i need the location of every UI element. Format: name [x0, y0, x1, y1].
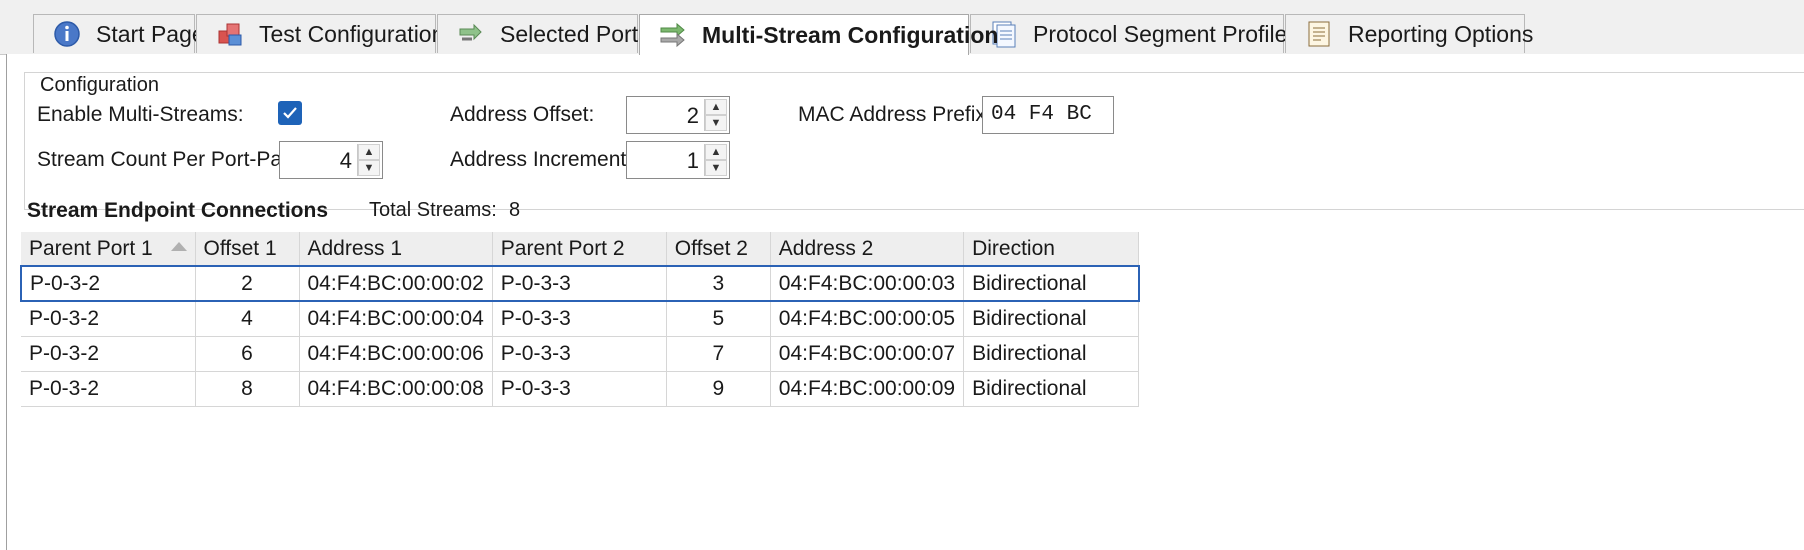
tab-label: Reporting Options [1348, 20, 1534, 47]
column-header-label: Parent Port 1 [29, 236, 153, 260]
cell-address-1[interactable]: 04:F4:BC:00:00:04 [299, 301, 493, 337]
stream-count-stepper[interactable]: 4 ▲ ▼ [279, 141, 383, 179]
sort-ascending-icon [170, 242, 187, 251]
address-offset-label: Address Offset: [450, 103, 595, 126]
cell-address-1[interactable]: 04:F4:BC:00:00:06 [299, 336, 493, 372]
address-offset-value: 2 [686, 103, 699, 128]
cell-offset-1[interactable]: 6 [195, 336, 300, 372]
cell-parent-port-2[interactable]: P-0-3-3 [492, 301, 667, 337]
mac-prefix-input[interactable]: 04 F4 BC [982, 96, 1114, 134]
total-streams-value: 8 [509, 199, 521, 221]
mac-prefix-label: MAC Address Prefix: [798, 103, 992, 126]
cell-address-1[interactable]: 04:F4:BC:00:00:02 [299, 265, 493, 302]
cell-address-1[interactable]: 04:F4:BC:00:00:08 [299, 371, 493, 407]
tab-strip: Start Page Test Configuration Selected P… [0, 0, 1804, 55]
cell-direction[interactable]: Bidirectional [963, 265, 1140, 302]
tab-test-configuration[interactable]: Test Configuration [196, 14, 444, 53]
tab-label: Protocol Segment Profiles [1033, 20, 1299, 47]
cell-address-2[interactable]: 04:F4:BC:00:00:03 [770, 265, 965, 302]
cell-offset-2[interactable]: 9 [666, 371, 771, 407]
column-header-offset-1[interactable]: Offset 1 [195, 232, 300, 267]
decrement-button[interactable]: ▼ [358, 160, 380, 176]
cell-parent-port-1[interactable]: P-0-3-2 [21, 301, 196, 337]
configuration-legend: Configuration [36, 74, 165, 97]
tab-protocol-segment-profiles[interactable]: Protocol Segment Profiles [970, 14, 1299, 53]
grid-header-row: Parent Port 1 Offset 1 Address 1 Parent … [21, 232, 1140, 267]
tab-label: Test Configuration [259, 20, 445, 47]
report-icon [1304, 19, 1334, 49]
cell-address-2[interactable]: 04:F4:BC:00:00:09 [770, 371, 965, 407]
cubes-icon [215, 19, 245, 49]
cell-direction[interactable]: Bidirectional [963, 301, 1140, 337]
multi-stream-icon [658, 20, 688, 50]
cell-parent-port-2[interactable]: P-0-3-3 [492, 371, 667, 407]
total-streams-label: Total Streams: [369, 199, 497, 221]
stream-count-label: Stream Count Per Port-Pair: [37, 148, 300, 171]
increment-button[interactable]: ▲ [358, 144, 380, 160]
tab-label: Start Page [96, 20, 205, 47]
cell-direction[interactable]: Bidirectional [963, 336, 1140, 372]
stream-count-value: 4 [339, 148, 352, 173]
address-increment-label: Address Increment: [450, 148, 633, 171]
cell-parent-port-1[interactable]: P-0-3-2 [21, 371, 196, 407]
decrement-button[interactable]: ▼ [705, 115, 727, 131]
tab-multi-stream-configuration[interactable]: Multi-Stream Configuration [639, 14, 998, 55]
stream-endpoint-connections-title: Stream Endpoint Connections [27, 199, 329, 222]
tab-start-page[interactable]: Start Page [33, 14, 205, 53]
column-header-address-2[interactable]: Address 2 [770, 232, 965, 267]
cell-parent-port-1[interactable]: P-0-3-2 [21, 336, 196, 372]
ports-arrows-icon [456, 19, 486, 49]
cell-address-2[interactable]: 04:F4:BC:00:00:07 [770, 336, 965, 372]
column-header-parent-port-2[interactable]: Parent Port 2 [492, 232, 667, 267]
column-header-direction[interactable]: Direction [963, 232, 1140, 267]
address-increment-value: 1 [686, 148, 699, 173]
checkmark-icon [283, 107, 297, 119]
cell-address-2[interactable]: 04:F4:BC:00:00:05 [770, 301, 965, 337]
decrement-button[interactable]: ▼ [705, 160, 727, 176]
cell-offset-1[interactable]: 8 [195, 371, 300, 407]
tab-reporting-options[interactable]: Reporting Options [1285, 14, 1533, 53]
enable-multi-streams-label: Enable Multi-Streams: [37, 103, 244, 126]
increment-button[interactable]: ▲ [705, 144, 727, 160]
cell-direction[interactable]: Bidirectional [963, 371, 1140, 407]
tab-label: Multi-Stream Configuration [702, 21, 999, 48]
table-row[interactable]: P-0-3-2 6 04:F4:BC:00:00:06 P-0-3-3 7 04… [21, 336, 1140, 372]
column-header-parent-port-1[interactable]: Parent Port 1 [21, 232, 196, 267]
cell-offset-1[interactable]: 4 [195, 301, 300, 337]
table-row[interactable]: P-0-3-2 8 04:F4:BC:00:00:08 P-0-3-3 9 04… [21, 371, 1140, 407]
cell-parent-port-1[interactable]: P-0-3-2 [20, 265, 196, 302]
cell-parent-port-2[interactable]: P-0-3-3 [492, 336, 667, 372]
cell-parent-port-2[interactable]: P-0-3-3 [492, 265, 667, 302]
increment-button[interactable]: ▲ [705, 99, 727, 115]
cell-offset-2[interactable]: 3 [666, 265, 771, 302]
cell-offset-2[interactable]: 7 [666, 336, 771, 372]
tab-selected-ports[interactable]: Selected Ports [437, 14, 650, 53]
enable-multi-streams-checkbox[interactable] [278, 101, 302, 125]
table-row[interactable]: P-0-3-2 4 04:F4:BC:00:00:04 P-0-3-3 5 04… [21, 301, 1140, 337]
cell-offset-2[interactable]: 5 [666, 301, 771, 337]
stream-connections-grid: Parent Port 1 Offset 1 Address 1 Parent … [20, 232, 1140, 407]
cell-offset-1[interactable]: 2 [195, 265, 300, 302]
column-header-offset-2[interactable]: Offset 2 [666, 232, 771, 267]
table-row[interactable]: P-0-3-2 2 04:F4:BC:00:00:02 P-0-3-3 3 04… [20, 265, 1140, 302]
address-increment-stepper[interactable]: 1 ▲ ▼ [626, 141, 730, 179]
column-header-address-1[interactable]: Address 1 [299, 232, 493, 267]
info-icon [52, 19, 82, 49]
address-offset-stepper[interactable]: 2 ▲ ▼ [626, 96, 730, 134]
tab-label: Selected Ports [500, 20, 650, 47]
